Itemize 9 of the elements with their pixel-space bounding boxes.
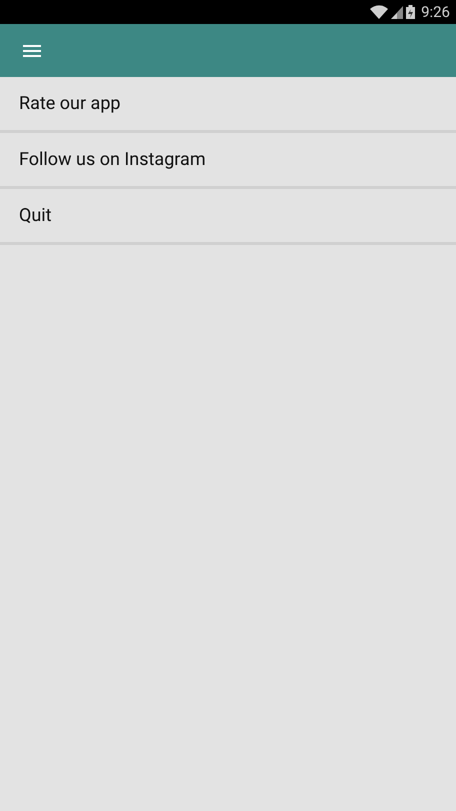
menu-item[interactable]: Quit: [0, 189, 456, 245]
signal-icon: [391, 6, 404, 18]
menu-item[interactable]: Follow us on Instagram: [0, 133, 456, 189]
menu-button[interactable]: [23, 44, 41, 58]
clock: 9:26: [421, 2, 450, 23]
menu-icon: [23, 44, 41, 58]
wifi-icon: [370, 5, 388, 19]
battery-icon: [406, 5, 416, 19]
menu-item[interactable]: Rate our app: [0, 77, 456, 133]
